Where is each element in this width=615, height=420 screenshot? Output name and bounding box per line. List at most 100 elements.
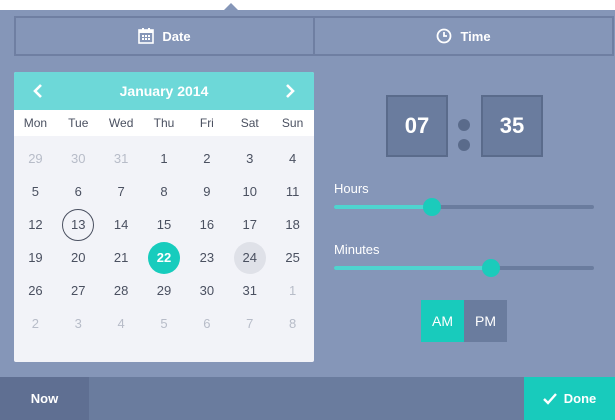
calendar: January 2014 Mon Tue Wed Thu Fri Sat Sun 29 30 3… [14,72,314,362]
day-cell[interactable]: 3 [228,142,271,175]
calendar-week-row: 19 20 21 22 23 24 25 [14,241,314,274]
day-number: 6 [74,184,82,199]
day-cell[interactable]: 10 [228,175,271,208]
calendar-week-row: 12 13 14 15 16 17 18 [14,208,314,241]
day-number: 26 [28,283,43,298]
day-cell[interactable]: 7 [100,175,143,208]
tab-time[interactable]: Time [313,18,612,54]
next-month-button[interactable] [280,81,300,101]
hours-display: 07 [386,95,448,157]
day-number: 8 [288,316,297,331]
minutes-label: Minutes [334,242,380,257]
minutes-display: 35 [481,95,543,157]
day-cell[interactable]: 23 [185,241,228,274]
now-button[interactable]: Now [0,377,89,420]
pm-button[interactable]: PM [464,300,507,342]
day-cell[interactable]: 30 [57,142,100,175]
day-number: 3 [246,151,254,166]
day-number: 23 [199,250,215,265]
calendar-header: January 2014 [14,72,314,110]
day-number: 2 [203,151,211,166]
done-button[interactable]: Done [524,377,615,420]
day-cell[interactable]: 8 [143,175,186,208]
hours-slider-handle[interactable] [422,198,441,216]
day-number: 7 [246,316,254,331]
day-number: 22 [148,241,180,274]
calendar-week-row: 29 30 31 1 2 3 4 [14,142,314,175]
footer-bar: Now Done [0,377,615,420]
day-number: 1 [160,151,168,166]
day-cell-hovered[interactable]: 24 [228,241,271,274]
day-number: 10 [242,184,257,199]
day-cell[interactable]: 7 [228,307,271,340]
day-number: 6 [203,316,211,331]
day-number: 9 [203,184,211,199]
day-number: 18 [285,217,300,232]
day-cell[interactable]: 28 [100,274,143,307]
day-cell[interactable]: 1 [143,142,186,175]
day-number: 20 [71,250,86,265]
day-cell[interactable]: 6 [57,175,100,208]
day-cell-selected[interactable]: 22 [143,241,186,274]
tab-date[interactable]: Date [16,18,313,54]
day-number: 21 [113,250,129,265]
day-cell[interactable]: 3 [57,307,100,340]
day-cell[interactable]: 4 [100,307,143,340]
day-cell[interactable]: 29 [143,274,186,307]
day-cell[interactable]: 2 [185,142,228,175]
day-cell[interactable]: 21 [100,241,143,274]
am-pm-toggle: AM PM [421,300,507,342]
day-number: 16 [199,217,215,232]
day-cell[interactable]: 5 [14,175,57,208]
day-number: 29 [28,151,43,166]
day-cell[interactable]: 6 [185,307,228,340]
day-cell[interactable]: 1 [271,274,314,307]
day-number: 14 [113,217,129,232]
day-number: 11 [285,184,300,199]
hours-slider[interactable] [334,198,594,216]
weekday-label: Sat [240,116,259,130]
day-cell[interactable]: 17 [228,208,271,241]
day-cell[interactable]: 14 [100,208,143,241]
weekday-row: Mon Tue Wed Thu Fri Sat Sun [14,110,314,136]
am-button[interactable]: AM [421,300,464,342]
day-number: 31 [113,151,129,166]
weekday-label: Wed [108,116,134,130]
calendar-week-row: 2 3 4 5 6 7 8 [14,307,314,340]
day-cell[interactable]: 31 [228,274,271,307]
day-cell[interactable]: 11 [271,175,314,208]
day-number: 29 [156,283,172,298]
day-cell[interactable]: 4 [271,142,314,175]
day-number: 30 [199,283,215,298]
day-cell[interactable]: 8 [271,307,314,340]
day-cell[interactable]: 9 [185,175,228,208]
day-cell[interactable]: 5 [143,307,186,340]
day-cell[interactable]: 25 [271,241,314,274]
day-cell[interactable]: 29 [14,142,57,175]
day-number: 15 [156,217,172,232]
day-cell[interactable]: 12 [14,208,57,241]
day-number: 31 [242,283,257,298]
day-cell[interactable]: 2 [14,307,57,340]
day-cell[interactable]: 19 [14,241,57,274]
day-cell[interactable]: 27 [57,274,100,307]
minutes-slider[interactable] [334,259,594,277]
minutes-slider-fill [334,266,492,270]
day-cell-today[interactable]: 13 [57,208,100,241]
day-cell[interactable]: 20 [57,241,100,274]
time-separator-dot [458,139,470,151]
day-number: 13 [62,208,95,241]
done-label: Done [563,391,597,406]
day-cell[interactable]: 30 [185,274,228,307]
weekday-label: Mon [23,116,48,130]
day-number: 4 [288,151,297,166]
day-cell[interactable]: 26 [14,274,57,307]
day-cell[interactable]: 15 [143,208,186,241]
day-number: 5 [31,184,40,199]
chevron-right-icon [286,84,295,98]
day-cell[interactable]: 18 [271,208,314,241]
day-cell[interactable]: 31 [100,142,143,175]
calendar-week-row: 26 27 28 29 30 31 1 [14,274,314,307]
prev-month-button[interactable] [28,81,48,101]
day-cell[interactable]: 16 [185,208,228,241]
